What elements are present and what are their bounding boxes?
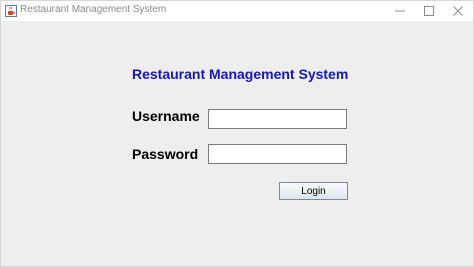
close-icon[interactable]: [441, 1, 474, 21]
java-cup-icon: [5, 4, 17, 17]
password-label: Password: [132, 146, 199, 162]
username-field[interactable]: [208, 109, 347, 129]
title-bar[interactable]: Restaurant Management System: [1, 1, 473, 21]
login-button[interactable]: Login: [279, 182, 348, 200]
window-title: Restaurant Management System: [20, 4, 167, 15]
password-field[interactable]: [208, 144, 347, 164]
app-window: Restaurant Management System Restaurant …: [0, 0, 474, 267]
form-heading: Restaurant Management System: [132, 66, 349, 82]
username-label: Username: [132, 108, 200, 124]
